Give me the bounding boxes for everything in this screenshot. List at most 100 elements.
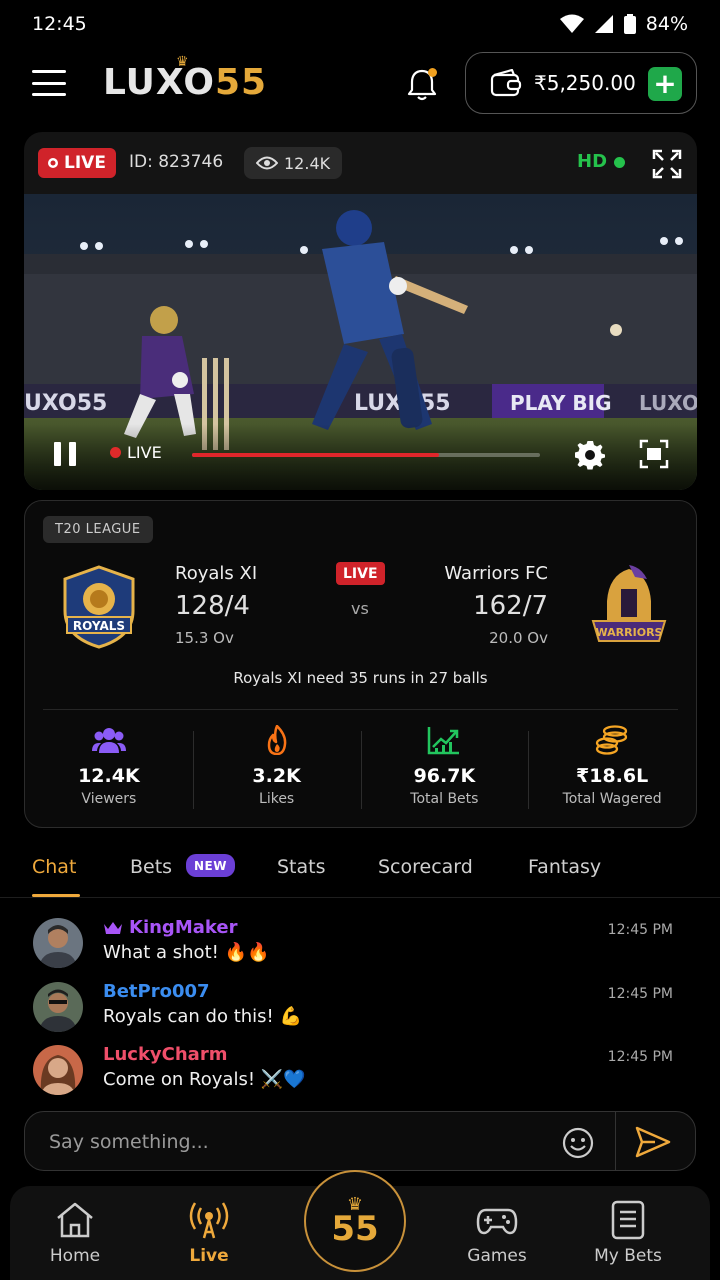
avatar[interactable] [33,1045,83,1095]
notification-bell-icon[interactable] [404,66,440,102]
gamepad-icon [476,1208,518,1235]
svg-text:UXO55: UXO55 [24,391,107,416]
stat-total-wagered: ₹18.6L Total Wagered [528,725,696,815]
vip-crown-icon [104,921,122,934]
wallet-icon [490,69,522,97]
chat-text: What a shot! 🔥🔥 [103,942,270,963]
wifi-icon [559,14,584,33]
input-separator [615,1112,616,1170]
battery-icon [623,14,636,34]
chat-username[interactable]: LuckyCharm [103,1044,227,1065]
home-icon [57,1202,93,1238]
tab-scorecard[interactable]: Scorecard [378,856,473,878]
gear-icon[interactable] [574,438,606,470]
svg-text:LUXO: LUXO [639,391,697,415]
svg-text:ROYALS: ROYALS [73,619,125,633]
status-time: 12:45 [32,13,87,35]
center-home-button[interactable]: ♛ 55 [304,1170,406,1272]
add-funds-button[interactable]: + [648,67,682,101]
coins-icon [595,725,628,755]
playback-progress[interactable] [192,453,540,457]
live-player: LIVE ID: 823746 12.4K HD UXO55 LUXO55 [24,132,697,490]
nav-live[interactable]: Live [154,1200,264,1266]
avatar[interactable] [33,918,83,968]
quality-label[interactable]: HD [577,151,607,172]
versus-label: vs [351,599,369,618]
screen-mode-icon[interactable] [638,438,670,470]
new-badge: NEW [186,854,235,877]
away-team-overs: 20.0 Ov [489,629,548,647]
content-tabs: Chat Bets NEW Stats Scorecard Fantasy [0,846,720,898]
wallet-balance[interactable]: ₹5,250.00 + [465,52,697,114]
nav-my-bets[interactable]: My Bets [573,1200,683,1266]
viewer-count: 12.4K [244,147,343,179]
receipt-icon [611,1200,645,1240]
app-header: ♛ LUXO55 ₹5,250.00 + [0,52,720,114]
home-team-overs: 15.3 Ov [175,629,234,647]
fire-icon [267,725,286,755]
home-team-score: 128/4 [175,591,250,621]
svg-text:WARRIORS: WARRIORS [596,626,663,639]
home-team-name: Royals XI [175,563,258,584]
player-info-bar: LIVE ID: 823746 12.4K HD [24,132,697,194]
nav-games[interactable]: Games [442,1200,552,1266]
send-icon[interactable] [635,1126,671,1158]
wallet-amount: ₹5,250.00 [534,71,636,95]
match-situation: Royals XI need 35 runs in 27 balls [233,669,488,687]
notification-dot [428,68,437,77]
royals-logo-icon: ROYALS [63,565,135,649]
pause-icon[interactable] [54,442,76,466]
tab-stats[interactable]: Stats [277,856,326,878]
video-stream[interactable]: UXO55 LUXO55 PLAY BIG LUXO [24,194,697,490]
svg-text:PLAY BIG: PLAY BIG [510,391,612,415]
signal-icon [594,15,613,33]
live-indicator[interactable]: LIVE [110,443,162,462]
tab-chat[interactable]: Chat [32,856,76,878]
bottom-navigation: Home Live ♛ 55 Games My Bets [10,1170,710,1280]
chat-username[interactable]: KingMaker [103,917,237,938]
live-stream-icon [48,158,58,168]
status-bar: 12:45 84% [0,0,720,48]
stat-viewers: 12.4K Viewers [25,725,193,815]
warriors-logo-icon: WARRIORS [591,565,667,642]
live-badge: LIVE [38,148,116,178]
league-badge: T20 LEAGUE [43,516,153,543]
stat-total-bets: 96.7K Total Bets [360,725,529,815]
chat-text: Come on Royals! ⚔️💙 [103,1069,306,1090]
users-icon [91,728,126,753]
video-controls: LIVE [24,424,697,490]
chat-time: 12:45 PM [607,986,673,1002]
chart-up-icon [428,727,460,755]
broadcast-icon [189,1202,229,1239]
logo-crown-icon: ♛ [176,54,190,70]
tab-fantasy[interactable]: Fantasy [528,856,601,878]
chat-message: KingMaker What a shot! 🔥🔥 12:45 PM [0,915,720,975]
active-tab-indicator [32,894,80,897]
match-scoreboard: T20 LEAGUE ROYALS WARRIORS Royals XI 128… [24,500,697,828]
match-live-badge: LIVE [336,562,385,585]
playback-progress-fill [192,453,440,457]
nav-home[interactable]: Home [20,1200,130,1266]
chat-time: 12:45 PM [607,922,673,938]
live-dot [110,447,121,458]
chat-message: BetPro007 Royals can do this! 💪 12:45 PM [0,979,720,1039]
away-team-name: Warriors FC [444,563,548,584]
battery-percent: 84% [645,13,688,35]
chat-text: Royals can do this! 💪 [103,1006,302,1027]
eye-icon [256,156,278,170]
emoji-icon[interactable] [561,1126,595,1160]
chat-message: LuckyCharm Come on Royals! ⚔️💙 12:45 PM [0,1042,720,1102]
brand-logo: ♛ LUXO55 [103,54,268,103]
chat-username[interactable]: BetPro007 [103,981,210,1002]
chat-composer [24,1111,696,1171]
away-team-score: 162/7 [473,591,548,621]
stat-likes: 3.2K Likes [192,725,361,815]
chat-input[interactable] [49,1126,549,1158]
chat-time: 12:45 PM [607,1049,673,1065]
match-stats: 12.4K Viewers 3.2K Likes 96.7K Total Bet… [25,725,696,815]
tab-bets[interactable]: Bets [130,856,172,878]
stream-id: ID: 823746 [129,152,224,172]
menu-icon[interactable] [32,70,66,96]
fullscreen-icon[interactable] [652,149,682,179]
avatar[interactable] [33,982,83,1032]
